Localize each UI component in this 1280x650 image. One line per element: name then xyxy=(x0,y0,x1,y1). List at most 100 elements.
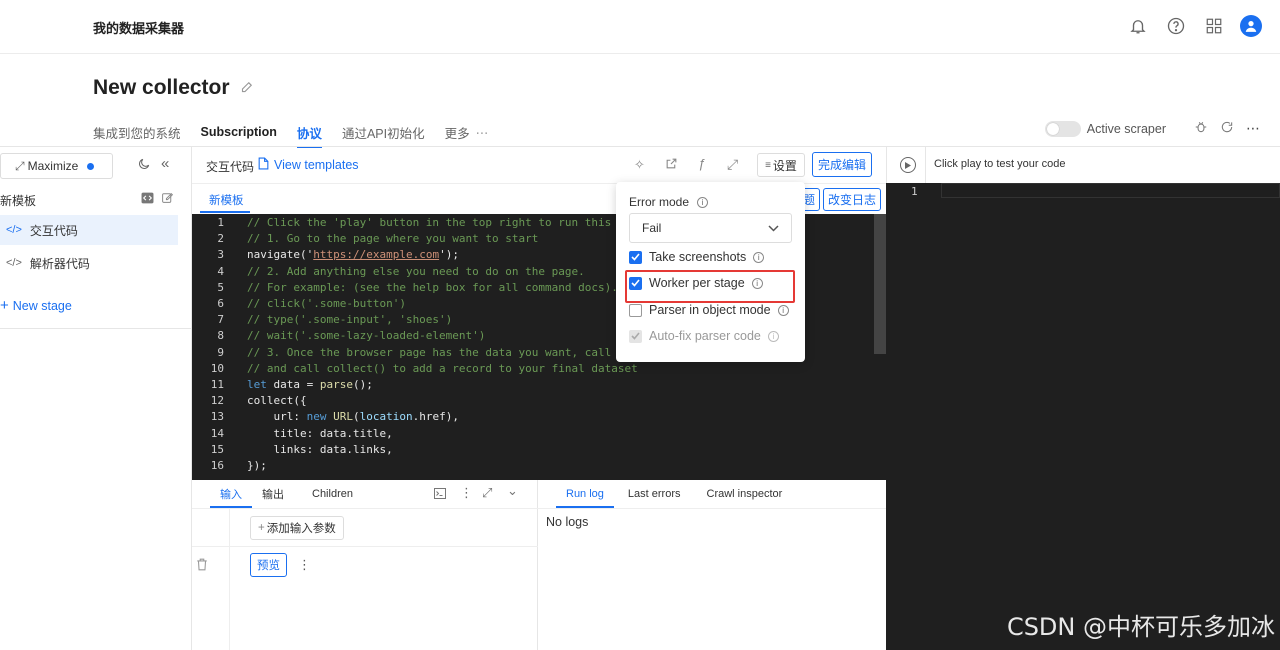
option-label: Auto-fix parser code xyxy=(649,329,761,343)
test-hint: Click play to test your code xyxy=(934,158,1066,170)
editor-scrollbar[interactable] xyxy=(874,214,886,354)
apps-grid-icon[interactable] xyxy=(1202,14,1226,38)
log-tabs: Run log Last errors Crawl inspector xyxy=(556,480,792,508)
tab-last-errors[interactable]: Last errors xyxy=(618,480,691,508)
add-param-button[interactable]: + 添加输入参数 xyxy=(250,516,344,540)
open-external-icon[interactable] xyxy=(665,157,678,173)
finish-edit-button[interactable]: 完成编辑 xyxy=(812,152,872,177)
active-scraper-toggle[interactable] xyxy=(1044,120,1081,137)
line-number: 5 xyxy=(217,280,224,294)
sidebar-divider xyxy=(0,328,191,329)
view-templates-link[interactable]: View templates xyxy=(258,157,359,173)
trash-icon[interactable] xyxy=(196,558,208,574)
row-divider xyxy=(192,546,538,547)
line-number: 4 xyxy=(217,264,224,278)
edit-template-icon[interactable] xyxy=(161,191,174,207)
test-output-editor[interactable]: 1 xyxy=(886,183,1280,650)
current-line-highlight xyxy=(941,183,1280,198)
sidebar-item-parser-code[interactable]: </> 解析器代码 xyxy=(0,248,178,278)
subtab-underline xyxy=(200,211,250,213)
tab-protocol[interactable]: 协议 xyxy=(296,118,322,148)
code-icon[interactable] xyxy=(141,192,154,207)
app-title: 我的数据采集器 xyxy=(93,21,185,36)
code-line: // wait('.some-lazy-loaded-element') xyxy=(247,329,486,343)
user-avatar-icon[interactable] xyxy=(1240,15,1262,37)
info-icon[interactable]: i xyxy=(777,304,789,316)
sidebar-item-interaction-code[interactable]: </> 交互代码 xyxy=(0,215,178,245)
function-icon[interactable]: ƒ xyxy=(698,156,705,171)
help-icon[interactable] xyxy=(1164,14,1188,38)
option-take-screenshots[interactable]: Take screenshots i xyxy=(629,250,765,264)
checkbox-checked-icon[interactable] xyxy=(629,276,642,290)
no-logs-text: No logs xyxy=(546,515,589,529)
info-icon: i xyxy=(767,330,779,342)
line-number: 7 xyxy=(217,313,224,327)
dark-mode-icon[interactable] xyxy=(137,157,151,174)
checkbox-checked-icon[interactable] xyxy=(629,250,642,264)
line-number: 12 xyxy=(210,394,224,408)
tab-children[interactable]: Children xyxy=(302,480,363,508)
terminal-icon[interactable] xyxy=(434,487,446,502)
code-line: links: data.links, xyxy=(247,442,393,456)
error-mode-select[interactable]: Fail xyxy=(629,213,792,243)
line-number: 15 xyxy=(210,442,224,456)
tab-input[interactable]: 输入 xyxy=(210,480,252,508)
row-more-icon[interactable]: ⋮ xyxy=(298,557,311,573)
preview-button[interactable]: 预览 xyxy=(250,553,287,577)
option-label: Take screenshots xyxy=(649,250,747,264)
more-menu-icon[interactable]: ⋯ xyxy=(1246,120,1260,137)
kebab-icon[interactable]: ⋮ xyxy=(460,485,473,501)
tab-more[interactable]: 更多 ⋯ xyxy=(445,118,489,146)
settings-button[interactable]: ≡ 设置 xyxy=(757,153,805,177)
code-line: navigate('https://example.com'); xyxy=(247,248,459,262)
tab-run-log[interactable]: Run log xyxy=(556,480,614,508)
sidebar-item-label: 解析器代码 xyxy=(29,256,90,271)
refresh-icon[interactable] xyxy=(1220,120,1234,137)
line-number: 1 xyxy=(217,216,224,229)
line-number: 9 xyxy=(217,345,224,359)
io-tabs: 输入 输出 Children xyxy=(210,480,363,508)
code-line: // 2. Add anything else you need to do o… xyxy=(247,264,585,278)
option-worker-per-stage[interactable]: Worker per stage i xyxy=(629,276,763,290)
play-icon[interactable] xyxy=(900,157,916,173)
line-number: 10 xyxy=(210,361,224,375)
expand-editor-icon[interactable]: ⤢ xyxy=(727,156,738,173)
subtab-new-template[interactable]: 新模板 xyxy=(209,192,244,208)
collapse-panel-icon[interactable]: ⌄ xyxy=(507,483,518,499)
bug-icon[interactable] xyxy=(1194,120,1208,137)
plus-icon: + xyxy=(0,297,9,314)
new-stage-button[interactable]: + New stage xyxy=(0,297,72,314)
ai-sparkle-icon[interactable]: ✧ xyxy=(634,157,645,173)
info-icon[interactable]: i xyxy=(751,277,763,289)
checkbox-disabled-icon xyxy=(629,329,642,343)
checkbox-unchecked-icon[interactable] xyxy=(629,303,642,317)
info-icon[interactable]: i xyxy=(753,251,765,263)
option-parser-object-mode[interactable]: Parser in object mode i xyxy=(629,303,789,317)
line-number: 11 xyxy=(210,378,224,391)
tab-api-init[interactable]: 通过API初始化 xyxy=(342,118,425,146)
code-line: url: new URL(location.href), xyxy=(247,410,459,424)
code-line: collect({ xyxy=(247,394,307,408)
bell-icon[interactable] xyxy=(1126,14,1150,38)
changelog-button[interactable]: 改变日志 xyxy=(823,188,881,211)
tab-output[interactable]: 输出 xyxy=(252,480,294,508)
code-line: // and call collect() to add a record to… xyxy=(247,361,638,375)
edit-title-icon[interactable] xyxy=(240,76,255,100)
collapse-sidebar-icon[interactable]: « xyxy=(161,155,169,172)
code-bracket-icon: </> xyxy=(6,224,22,236)
view-templates-label: View templates xyxy=(274,158,359,172)
row-gutter-divider xyxy=(229,509,230,650)
tab-integration[interactable]: 集成到您的系统 xyxy=(93,118,181,146)
line-number: 1 xyxy=(911,185,918,198)
info-icon[interactable]: i xyxy=(697,196,709,208)
tab-subscription[interactable]: Subscription xyxy=(201,118,277,146)
status-dot xyxy=(87,162,95,170)
log-panel: Run log Last errors Crawl inspector No l… xyxy=(538,480,886,650)
plus-icon: + xyxy=(258,522,265,534)
line-number: 2 xyxy=(217,232,224,246)
code-line: title: data.title, xyxy=(247,426,393,440)
editor-title: 交互代码 xyxy=(206,160,255,174)
tab-crawl-inspector[interactable]: Crawl inspector xyxy=(697,480,793,508)
expand-panel-icon[interactable]: ⤢ xyxy=(482,485,492,501)
maximize-button[interactable]: ⤢ Maximize xyxy=(0,153,113,179)
